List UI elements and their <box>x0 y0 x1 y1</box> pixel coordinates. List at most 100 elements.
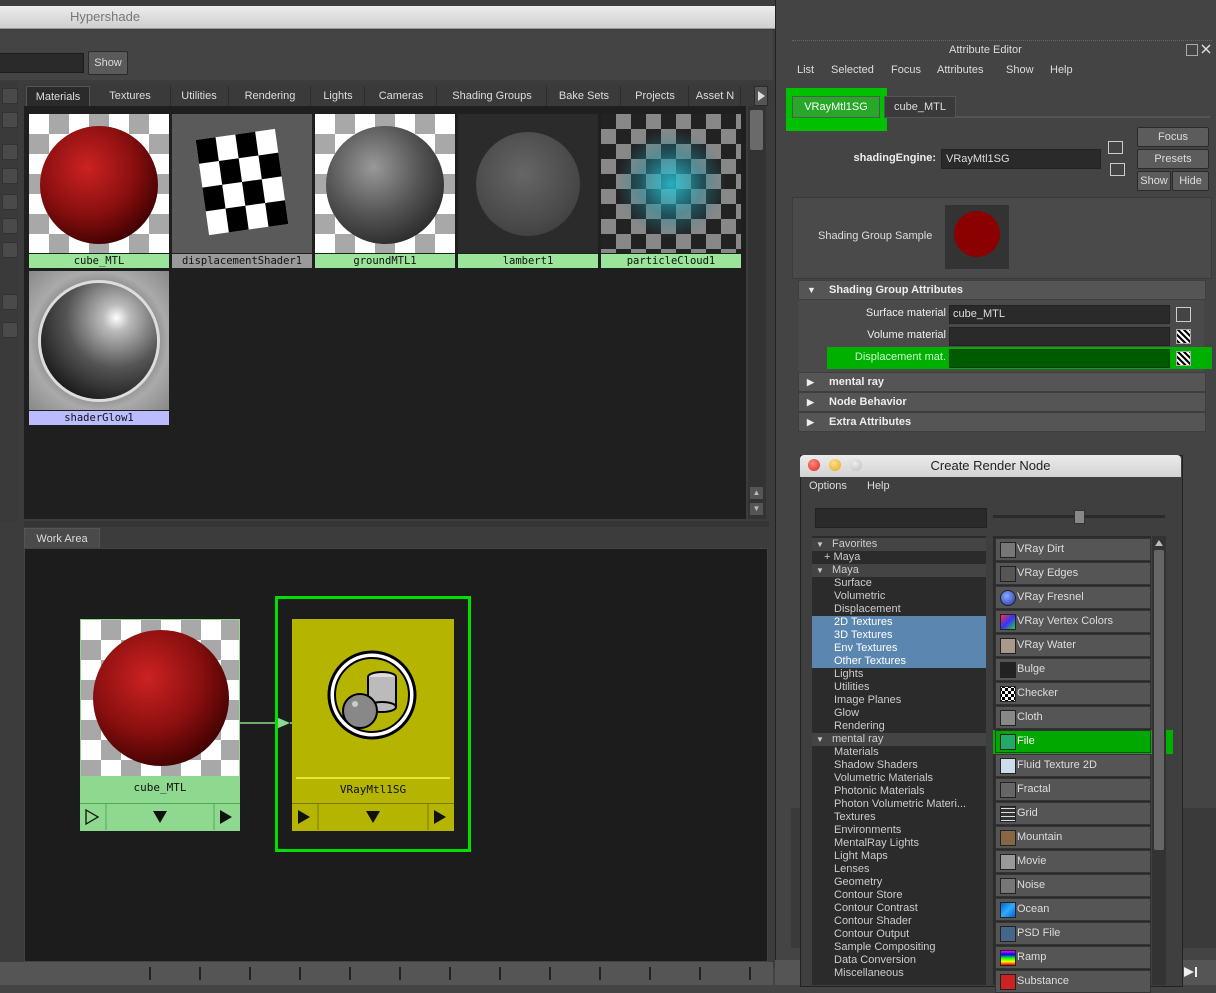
tree-item[interactable]: 3D Textures <box>812 629 986 642</box>
tree-item[interactable]: ▼ mental ray <box>812 733 986 746</box>
tool-icon[interactable] <box>2 112 18 128</box>
volume-material-field[interactable] <box>949 327 1170 346</box>
tree-item[interactable]: Geometry <box>812 876 986 889</box>
float-window-icon[interactable] <box>1186 44 1198 56</box>
render-node-button[interactable]: VRay Edges <box>995 562 1151 585</box>
menu-selected[interactable]: Selected <box>831 64 874 76</box>
scrollbar-thumb[interactable] <box>750 110 763 150</box>
menu-attributes[interactable]: Attributes <box>937 64 983 76</box>
render-node-button[interactable]: Cloth <box>995 706 1151 729</box>
minimize-window-icon[interactable] <box>829 459 841 471</box>
tab-scroll-right-arrow[interactable] <box>754 86 768 106</box>
tab-shading-groups[interactable]: Shading Groups <box>438 86 547 106</box>
tree-item[interactable]: Volumetric Materials <box>812 772 986 785</box>
scroll-up-arrow[interactable]: ▲ <box>750 487 763 499</box>
render-node-button[interactable]: Movie <box>995 850 1151 873</box>
close-icon[interactable] <box>1200 43 1212 55</box>
tab-materials[interactable]: Materials <box>26 86 90 107</box>
tree-item[interactable]: Contour Contrast <box>812 902 986 915</box>
tree-item[interactable]: Displacement <box>812 603 986 616</box>
tree-item[interactable]: Rendering <box>812 720 986 733</box>
tree-item[interactable]: Contour Shader <box>812 915 986 928</box>
expanded-triangle-icon[interactable]: ▼ <box>816 564 824 577</box>
tab-vraymtl1sg[interactable]: VRayMtl1SG <box>792 96 880 118</box>
scrollbar-thumb[interactable] <box>1154 550 1164 850</box>
show-button[interactable]: Show <box>88 51 128 75</box>
scroll-down-arrow[interactable]: ▼ <box>750 503 763 515</box>
render-node-button[interactable]: Mountain <box>995 826 1151 849</box>
tool-icon[interactable] <box>2 144 18 160</box>
swatch-ground-mtl[interactable]: groundMTL1 <box>315 114 455 269</box>
render-node-button[interactable]: Ramp <box>995 946 1151 969</box>
menu-list[interactable]: List <box>797 64 814 76</box>
surface-material-field[interactable]: cube_MTL <box>949 305 1170 324</box>
render-node-button[interactable]: Fractal <box>995 778 1151 801</box>
pane-splitter[interactable] <box>24 521 769 527</box>
displacement-material-field[interactable] <box>949 349 1170 368</box>
tab-bake-sets[interactable]: Bake Sets <box>548 86 621 106</box>
close-window-icon[interactable] <box>808 459 820 471</box>
tree-item[interactable]: Light Maps <box>812 850 986 863</box>
expanded-triangle-icon[interactable]: ▼ <box>816 733 824 746</box>
tab-work-area[interactable]: Work Area <box>24 528 100 549</box>
tab-utilities[interactable]: Utilities <box>170 86 229 106</box>
slider-handle[interactable] <box>1074 510 1085 524</box>
tab-lights[interactable]: Lights <box>312 86 365 106</box>
render-node-button[interactable]: Fluid Texture 2D <box>995 754 1151 777</box>
swatch-cube-mtl[interactable]: cube_MTL <box>29 114 169 269</box>
tree-item[interactable]: ▼ Maya <box>812 564 986 577</box>
render-node-button[interactable]: Noise <box>995 874 1151 897</box>
connection-icon[interactable] <box>1176 307 1191 322</box>
render-node-button[interactable]: Substance <box>995 970 1151 993</box>
section-shading-group-attributes[interactable]: ▼ Shading Group Attributes <box>798 280 1206 300</box>
tree-item[interactable]: Miscellaneous <box>812 967 986 980</box>
show-button[interactable]: Show <box>1137 171 1171 191</box>
render-node-button[interactable]: VRay Water <box>995 634 1151 657</box>
port-arrows-icon[interactable] <box>292 804 454 830</box>
expanded-triangle-icon[interactable]: ▼ <box>816 538 824 551</box>
menu-help[interactable]: Help <box>867 480 890 492</box>
tool-icon[interactable] <box>2 294 18 310</box>
tree-item[interactable]: Lights <box>812 668 986 681</box>
render-node-search-input[interactable] <box>815 508 987 528</box>
tree-item[interactable]: ▼ Favorites <box>812 538 986 551</box>
tool-icon[interactable] <box>2 322 18 338</box>
render-node-button[interactable]: Bulge <box>995 658 1151 681</box>
node-cube-mtl[interactable]: cube_MTL <box>80 619 240 831</box>
tool-icon[interactable] <box>2 218 18 234</box>
section-mental-ray[interactable]: ▶ mental ray <box>798 372 1206 392</box>
tree-item[interactable]: Environments <box>812 824 986 837</box>
focus-button[interactable]: Focus <box>1137 127 1209 147</box>
render-node-button[interactable]: VRay Fresnel <box>995 586 1151 609</box>
tab-asset-nodes[interactable]: Asset N <box>690 86 741 106</box>
tree-item[interactable]: Photon Volumetric Materi... <box>812 798 986 811</box>
tree-item[interactable]: Sample Compositing <box>812 941 986 954</box>
scroll-up-arrow[interactable] <box>1154 538 1164 548</box>
tab-projects[interactable]: Projects <box>622 86 689 106</box>
map-button-icon[interactable] <box>1176 329 1191 344</box>
render-node-button[interactable]: VRay Vertex Colors <box>995 610 1151 633</box>
hide-button[interactable]: Hide <box>1172 171 1209 191</box>
tree-item[interactable]: Lenses <box>812 863 986 876</box>
swatch-scrollbar[interactable]: ▲ ▼ <box>748 106 766 519</box>
tree-item[interactable]: Volumetric <box>812 590 986 603</box>
swatch-particle-cloud[interactable]: particleCloud1 <box>601 114 741 269</box>
menu-show[interactable]: Show <box>1006 64 1034 76</box>
tree-item[interactable]: Materials <box>812 746 986 759</box>
tree-item[interactable]: Textures <box>812 811 986 824</box>
tree-item[interactable]: Contour Output <box>812 928 986 941</box>
swatch-displacement-shader[interactable]: displacementShader1 <box>172 114 312 269</box>
section-node-behavior[interactable]: ▶ Node Behavior <box>798 392 1206 412</box>
tree-item[interactable]: + Maya <box>812 551 986 564</box>
render-node-button[interactable]: Ocean <box>995 898 1151 921</box>
tab-cube-mtl[interactable]: cube_MTL <box>884 96 956 118</box>
tree-item[interactable]: Data Conversion <box>812 954 986 967</box>
step-forward-icon[interactable] <box>1180 964 1210 980</box>
tool-icon[interactable] <box>2 194 18 210</box>
tab-cameras[interactable]: Cameras <box>366 86 437 106</box>
hypershade-titlebar[interactable]: Hypershade <box>0 6 775 29</box>
presets-button[interactable]: Presets <box>1137 149 1209 169</box>
hypershade-search-input[interactable] <box>0 53 84 73</box>
zoom-window-icon[interactable] <box>850 459 862 471</box>
output-connection-icon[interactable] <box>1110 163 1125 176</box>
